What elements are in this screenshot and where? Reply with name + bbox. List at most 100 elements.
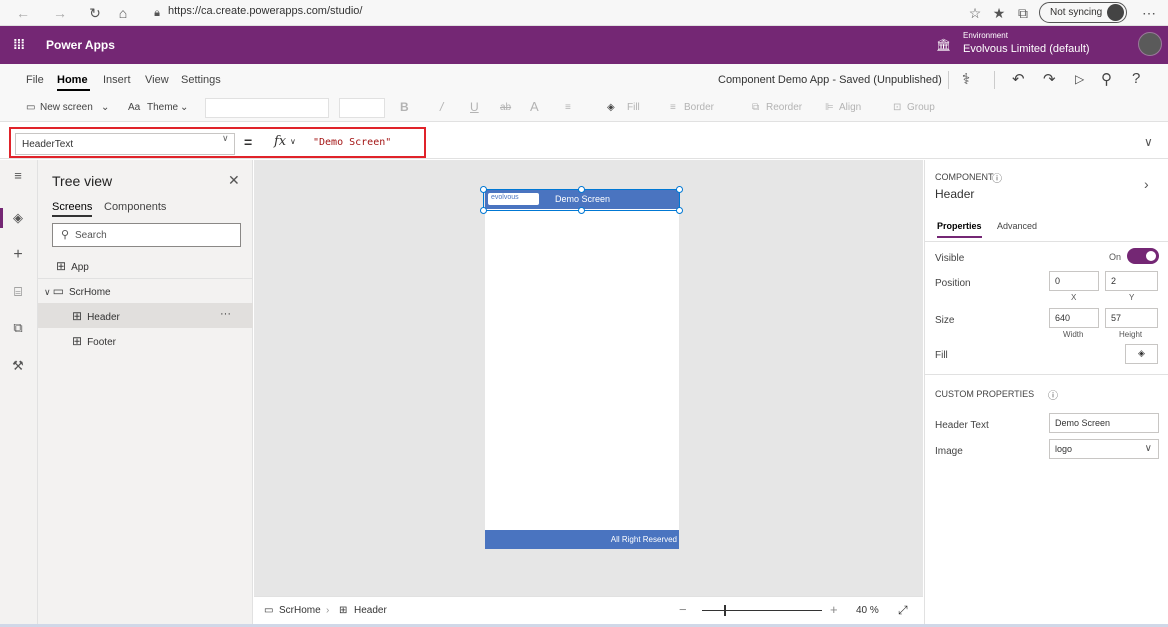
refresh-icon[interactable]: ↻	[86, 4, 104, 22]
back-icon[interactable]: ←	[14, 4, 32, 22]
layers-icon[interactable]: ◈	[8, 210, 28, 226]
tab-properties[interactable]: Properties	[937, 221, 982, 238]
bold-icon[interactable]: B	[400, 100, 409, 114]
position-x-input[interactable]: 0	[1049, 271, 1099, 291]
data-icon[interactable]: ⌸	[8, 284, 28, 300]
underline-icon[interactable]: U	[470, 100, 479, 114]
resize-handle[interactable]	[578, 207, 585, 214]
expand-formula-icon[interactable]: ∨	[1144, 135, 1153, 149]
insert-plus-icon[interactable]: +	[8, 246, 28, 264]
resize-handle[interactable]	[676, 207, 683, 214]
tree-node-header[interactable]: ⊞ Header	[72, 309, 120, 323]
address-bar[interactable]: https://ca.create.powerapps.com/studio/	[168, 5, 362, 17]
command-toolbar: ▭ New screen ⌄ Aa Theme ⌄ B / U ab A ≡ ◈…	[0, 94, 1168, 122]
hamburger-icon[interactable]: ≡	[8, 168, 28, 183]
component-label: COMPONENT	[935, 172, 994, 182]
sync-button[interactable]: Not syncing	[1039, 2, 1127, 23]
zoom-slider[interactable]	[702, 610, 822, 611]
app-title[interactable]: Power Apps	[46, 38, 115, 52]
fill-color-picker[interactable]: ◈	[1125, 344, 1158, 364]
breadcrumb-screen[interactable]: ScrHome	[279, 605, 321, 616]
position-y-input[interactable]: 2	[1105, 271, 1158, 291]
menu-view[interactable]: View	[145, 74, 169, 86]
image-dropdown[interactable]: logo ∨	[1049, 439, 1159, 459]
zoom-out-button[interactable]: −	[679, 602, 687, 617]
home-icon[interactable]: ⌂	[114, 4, 132, 22]
environment-name[interactable]: Evolvous Limited (default)	[963, 43, 1090, 55]
visible-label: Visible	[935, 253, 965, 264]
media-icon[interactable]: ⧉	[8, 320, 28, 336]
resize-handle[interactable]	[578, 186, 585, 193]
position-label: Position	[935, 278, 971, 289]
resize-handle[interactable]	[480, 186, 487, 193]
x-label: X	[1071, 293, 1077, 302]
font-color-icon[interactable]: A	[530, 99, 539, 114]
help-icon[interactable]: ?	[1132, 70, 1140, 87]
tree-search-input[interactable]: ⚲ Search	[52, 223, 241, 247]
border-icon: ≡	[670, 102, 676, 113]
menu-settings[interactable]: Settings	[181, 74, 221, 86]
chevron-down-icon: ∨	[44, 287, 51, 297]
zoom-in-button[interactable]: +	[830, 602, 838, 617]
reorder-button[interactable]: Reorder	[766, 102, 802, 113]
resize-handle[interactable]	[676, 186, 683, 193]
breadcrumb-separator: ›	[326, 605, 330, 616]
user-avatar[interactable]	[1138, 32, 1162, 56]
info-icon[interactable]: ⓘ	[1048, 387, 1058, 402]
border-button[interactable]: Border	[684, 102, 714, 113]
tree-node-label: App	[71, 262, 89, 273]
fit-to-window-icon[interactable]: ⤢	[898, 603, 908, 618]
favorite-add-icon[interactable]: ☆	[966, 4, 984, 22]
properties-panel: COMPONENT ⓘ Header › Properties Advanced…	[924, 160, 1168, 627]
environment-icon: 🏛︎	[936, 38, 952, 52]
screen-preview[interactable]: evolvous Demo Screen All Right Reserved	[485, 190, 679, 549]
new-screen-button[interactable]: New screen	[40, 102, 93, 113]
tree-node-footer[interactable]: ⊞ Footer	[72, 334, 116, 348]
forward-icon[interactable]: →	[51, 4, 69, 22]
theme-button[interactable]: Theme	[147, 102, 178, 113]
fill-button[interactable]: Fill	[627, 102, 640, 113]
zoom-slider-thumb[interactable]	[724, 605, 726, 616]
tree-node-app[interactable]: ⊞ App	[56, 259, 89, 273]
chevron-right-icon[interactable]: ›	[1144, 176, 1149, 192]
app-checker-icon[interactable]: ⚕	[962, 70, 970, 88]
menu-file[interactable]: File	[26, 74, 44, 86]
undo-icon[interactable]: ↶	[1012, 70, 1025, 88]
design-canvas[interactable]: evolvous Demo Screen All Right Reserved	[254, 160, 923, 596]
tab-advanced[interactable]: Advanced	[997, 221, 1037, 231]
profile-avatar	[1107, 4, 1124, 21]
close-icon[interactable]: ✕	[228, 172, 240, 189]
strikethrough-icon[interactable]: ab	[500, 102, 511, 113]
italic-icon[interactable]: /	[440, 100, 443, 114]
share-icon[interactable]: ⚲	[1101, 70, 1112, 88]
width-input[interactable]: 640	[1049, 308, 1099, 328]
preview-play-icon[interactable]: ▷	[1075, 72, 1084, 86]
collections-icon[interactable]: ⧉	[1014, 4, 1032, 22]
breadcrumb-control[interactable]: Header	[354, 605, 387, 616]
header-text-label: Header Text	[935, 420, 989, 431]
tab-screens[interactable]: Screens	[52, 201, 93, 217]
waffle-icon[interactable]: ⁞⁞⁞	[13, 36, 25, 52]
favorites-icon[interactable]: ★	[990, 4, 1008, 22]
header-text-input[interactable]: Demo Screen	[1049, 413, 1159, 433]
text-align-icon[interactable]: ≡	[565, 102, 571, 113]
resize-handle[interactable]	[480, 207, 487, 214]
tools-icon[interactable]: ⚒	[8, 358, 28, 374]
info-icon[interactable]: ⓘ	[992, 170, 1002, 185]
group-button[interactable]: Group	[907, 102, 935, 113]
more-options-icon[interactable]: ···	[220, 308, 231, 320]
height-input[interactable]: 57	[1105, 308, 1158, 328]
footer-component[interactable]: All Right Reserved	[485, 530, 679, 549]
visible-toggle[interactable]	[1127, 248, 1159, 264]
tab-components[interactable]: Components	[104, 201, 166, 213]
menu-home[interactable]: Home	[57, 74, 88, 86]
font-family-select[interactable]	[205, 98, 329, 118]
font-size-select[interactable]	[339, 98, 385, 118]
tree-node-scrhome[interactable]: ∨ ▭ ScrHome	[44, 284, 111, 298]
align-button[interactable]: Align	[839, 102, 861, 113]
left-rail: ≡ ◈ + ⌸ ⧉ ⚒	[0, 160, 38, 627]
theme-icon: Aa	[128, 102, 141, 113]
redo-icon[interactable]: ↷	[1043, 70, 1056, 88]
menu-insert[interactable]: Insert	[103, 74, 131, 86]
more-icon[interactable]: ⋯	[1140, 4, 1158, 22]
